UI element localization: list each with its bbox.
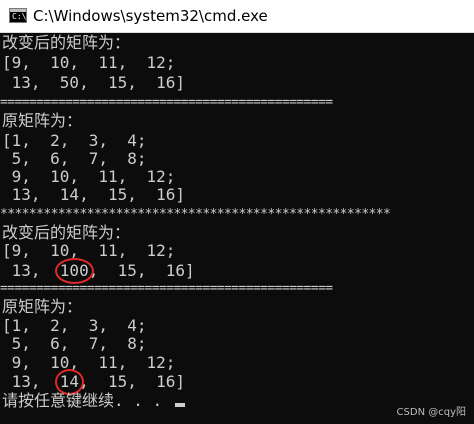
console-line: [1, 2, 3, 4; [2, 131, 147, 150]
console-line: [1, 2, 3, 4; [2, 316, 147, 335]
console-line: 改变后的矩阵为： [2, 223, 131, 242]
highlighted-value: 14 [54, 369, 85, 395]
cmd-window: C:\ C:\Windows\system32\cmd.exe 改变后的矩阵为：… [0, 0, 474, 424]
console-output[interactable]: 改变后的矩阵为： [9, 10, 11, 12; 13, 50, 15, 16]… [0, 33, 474, 424]
prompt-text: 请按任意键继续. . . [2, 391, 172, 410]
console-line-highlighted: 13, 14, 15, 16] [2, 369, 186, 395]
line-prefix: 13, [2, 372, 60, 391]
console-line: [9, 10, 11, 12; [2, 53, 176, 72]
highlighted-value: 100 [54, 258, 94, 284]
console-line: 9, 10, 11, 12; [2, 167, 176, 186]
window-title: C:\Windows\system32\cmd.exe [33, 7, 268, 25]
watermark: CSDN @cqy阳 [396, 407, 466, 418]
console-line: 原矩阵为： [2, 111, 83, 130]
line-prefix: 13, [2, 261, 60, 280]
line-suffix: , 15, 16] [88, 261, 195, 280]
title-bar[interactable]: C:\ C:\Windows\system32\cmd.exe [0, 0, 474, 33]
cmd-console-icon: C:\ [9, 8, 27, 23]
console-line: 9, 10, 11, 12; [2, 353, 176, 372]
console-line: 13, 14, 15, 16] [2, 185, 186, 204]
console-prompt: 请按任意键继续. . . [2, 391, 185, 411]
console-separator: ****************************************… [0, 207, 391, 222]
console-line: 5, 6, 7, 8; [2, 149, 147, 168]
line-suffix: , 15, 16] [79, 372, 186, 391]
console-line: 改变后的矩阵为： [2, 33, 131, 52]
console-line: 原矩阵为： [2, 297, 83, 316]
console-line: [9, 10, 11, 12; [2, 241, 176, 260]
console-separator: ========================================… [0, 95, 333, 110]
console-line-highlighted: 13, 100, 15, 16] [2, 258, 195, 284]
console-line: 5, 6, 7, 8; [2, 334, 147, 353]
console-line: 13, 50, 15, 16] [2, 73, 186, 92]
console-separator: ========================================… [0, 281, 333, 296]
text-cursor [174, 403, 185, 407]
